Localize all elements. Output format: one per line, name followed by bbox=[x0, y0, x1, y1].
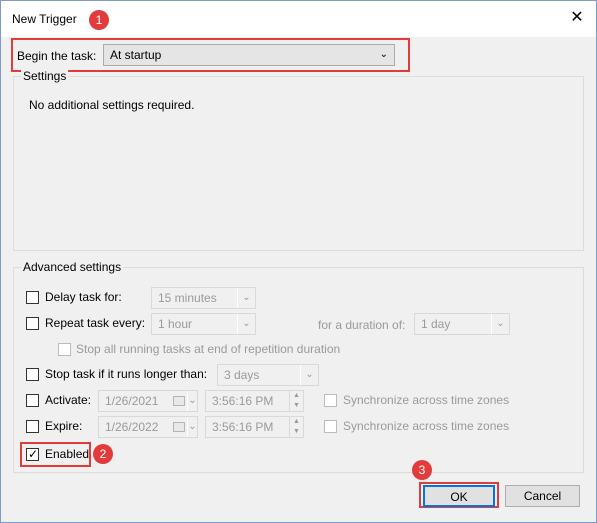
delay-task-checkbox[interactable] bbox=[26, 291, 39, 304]
spin-down-icon[interactable]: ▼ bbox=[290, 427, 303, 437]
chevron-down-icon: ⌄ bbox=[187, 391, 197, 411]
stop-task-longer-checkbox[interactable] bbox=[26, 368, 39, 381]
repeat-task-dropdown[interactable]: 1 hour ⌄ bbox=[151, 313, 256, 335]
activate-time-field[interactable]: 3:56:16 PM ▲ ▼ bbox=[205, 390, 304, 412]
cancel-button[interactable]: Cancel bbox=[505, 485, 580, 507]
expire-time-value: 3:56:16 PM bbox=[212, 420, 274, 434]
enabled-label: Enabled bbox=[45, 447, 90, 461]
step-badge-1: 1 bbox=[89, 10, 109, 30]
begin-task-value: At startup bbox=[110, 48, 162, 62]
enabled-checkbox[interactable]: ✓ bbox=[26, 447, 39, 461]
activate-checkbox[interactable] bbox=[26, 394, 39, 407]
delay-task-label: Delay task for: bbox=[45, 290, 122, 304]
expire-date-field[interactable]: 1/26/2022 ⌄ bbox=[98, 416, 198, 438]
new-trigger-dialog: New Trigger 1 ✕ Begin the task: At start… bbox=[0, 0, 597, 523]
expire-label: Expire: bbox=[45, 419, 83, 433]
repeat-task-value: 1 hour bbox=[158, 317, 193, 331]
chevron-down-icon: ⌄ bbox=[300, 365, 318, 385]
expire-date-value: 1/26/2022 bbox=[105, 420, 159, 434]
dialog-title: New Trigger bbox=[12, 12, 77, 26]
checkmark-icon: ✓ bbox=[28, 447, 39, 461]
step-badge-2: 2 bbox=[93, 444, 113, 464]
spin-down-icon[interactable]: ▼ bbox=[290, 401, 303, 411]
expire-checkbox[interactable] bbox=[26, 420, 39, 433]
expire-sync-label: Synchronize across time zones bbox=[343, 419, 510, 433]
stop-all-running-checkbox[interactable] bbox=[58, 343, 71, 356]
ok-button[interactable]: OK bbox=[423, 485, 495, 507]
stop-task-longer-dropdown[interactable]: 3 days ⌄ bbox=[217, 364, 319, 386]
activate-sync-checkbox[interactable] bbox=[324, 394, 337, 407]
spin-up-icon[interactable]: ▲ bbox=[290, 391, 303, 401]
chevron-down-icon: ⌄ bbox=[491, 314, 509, 334]
chevron-down-icon: ⌄ bbox=[237, 314, 255, 334]
activate-sync-label: Synchronize across time zones bbox=[343, 393, 510, 407]
time-spinner[interactable]: ▲ ▼ bbox=[289, 391, 303, 411]
close-icon[interactable]: ✕ bbox=[568, 9, 586, 27]
begin-task-label: Begin the task: bbox=[17, 49, 97, 63]
delay-task-dropdown[interactable]: 15 minutes ⌄ bbox=[151, 287, 256, 309]
stop-task-longer-value: 3 days bbox=[224, 368, 260, 382]
begin-task-dropdown[interactable]: At startup ⌄ bbox=[103, 44, 395, 66]
repeat-task-label: Repeat task every: bbox=[45, 316, 146, 330]
repeat-task-checkbox[interactable] bbox=[26, 317, 39, 330]
chevron-down-icon: ⌄ bbox=[237, 288, 255, 308]
title-bar: New Trigger 1 ✕ bbox=[1, 1, 596, 37]
settings-message: No additional settings required. bbox=[29, 98, 195, 112]
advanced-settings-title: Advanced settings bbox=[21, 260, 124, 274]
step-badge-3: 3 bbox=[412, 460, 432, 480]
chevron-down-icon: ⌄ bbox=[379, 49, 388, 60]
expire-time-field[interactable]: 3:56:16 PM ▲ ▼ bbox=[205, 416, 304, 438]
time-spinner[interactable]: ▲ ▼ bbox=[289, 417, 303, 437]
duration-dropdown[interactable]: 1 day ⌄ bbox=[414, 313, 510, 335]
calendar-icon bbox=[173, 422, 185, 432]
stop-all-running-label: Stop all running tasks at end of repetit… bbox=[76, 342, 341, 356]
duration-value: 1 day bbox=[421, 317, 451, 331]
chevron-down-icon: ⌄ bbox=[187, 417, 197, 437]
spin-up-icon[interactable]: ▲ bbox=[290, 417, 303, 427]
activate-date-field[interactable]: 1/26/2021 ⌄ bbox=[98, 390, 198, 412]
duration-label: for a duration of: bbox=[318, 318, 406, 332]
activate-date-value: 1/26/2021 bbox=[105, 394, 159, 408]
delay-task-value: 15 minutes bbox=[158, 291, 217, 305]
expire-sync-checkbox[interactable] bbox=[324, 420, 337, 433]
calendar-icon bbox=[173, 396, 185, 406]
settings-title: Settings bbox=[21, 69, 69, 83]
activate-time-value: 3:56:16 PM bbox=[212, 394, 274, 408]
stop-task-longer-label: Stop task if it runs longer than: bbox=[45, 367, 208, 381]
activate-label: Activate: bbox=[45, 393, 92, 407]
